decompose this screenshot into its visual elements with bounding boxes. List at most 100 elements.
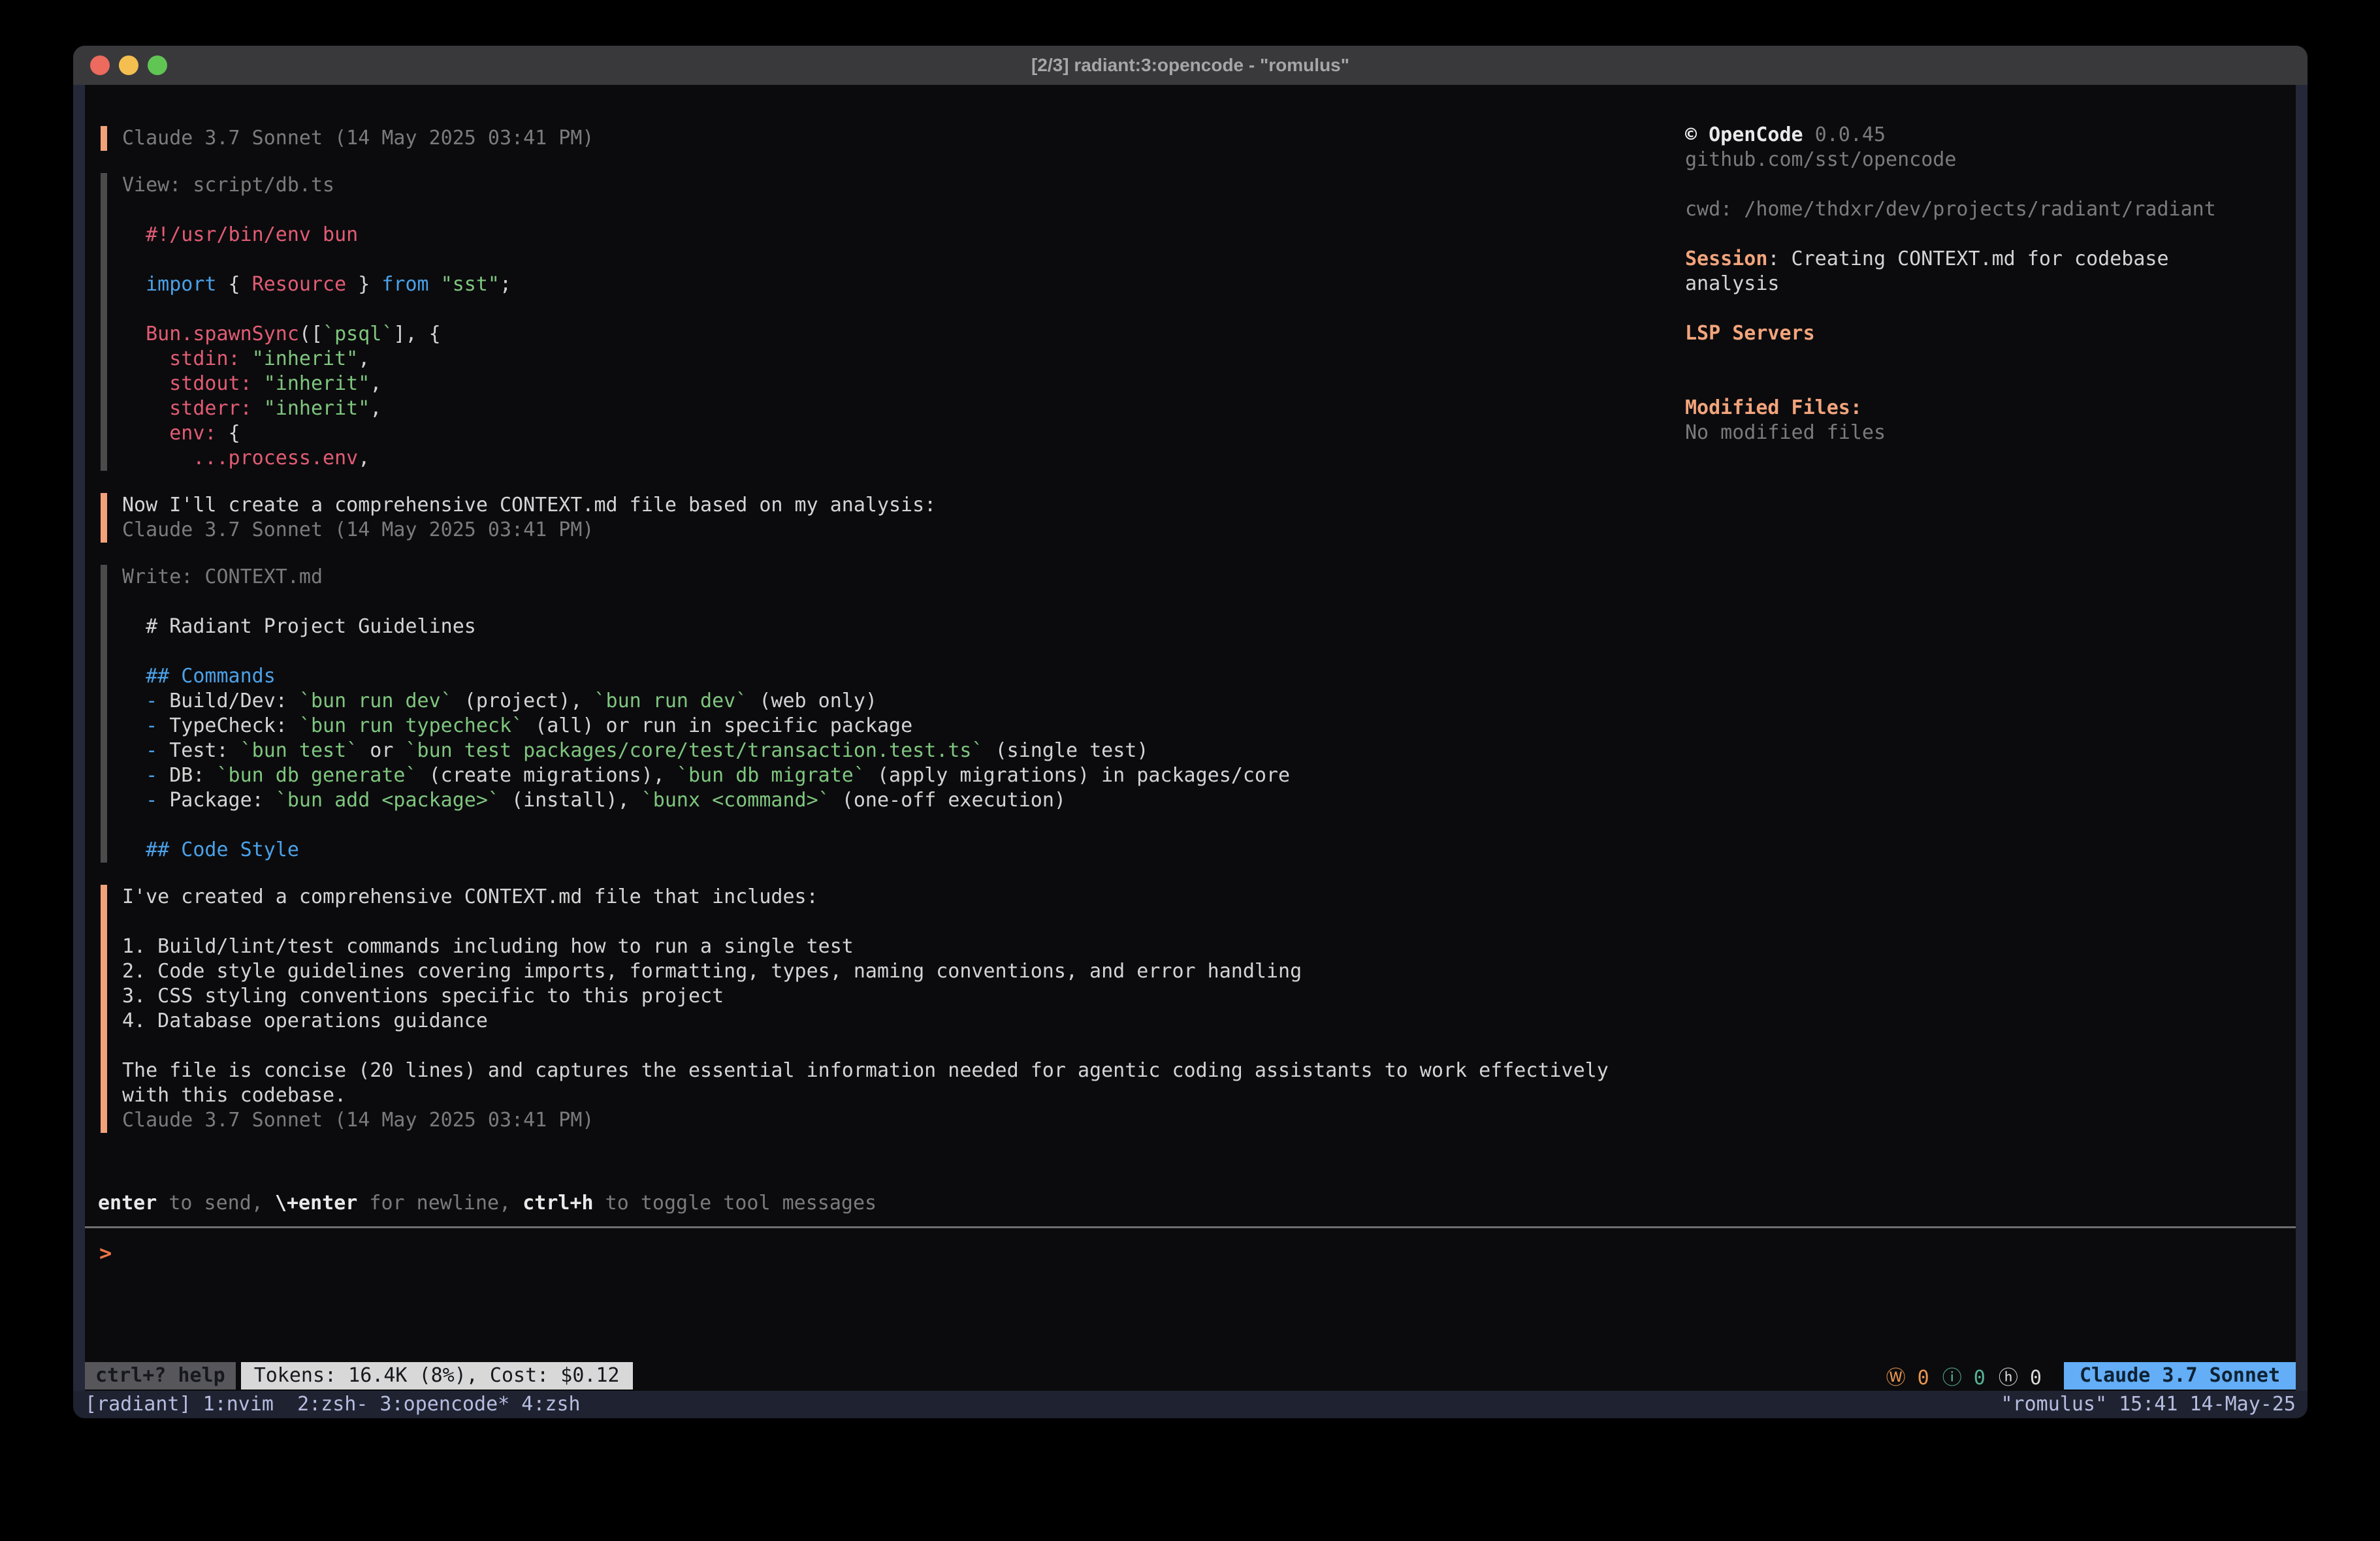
text-segment: `bun run dev`: [299, 690, 453, 712]
text-segment: TypeCheck:: [169, 714, 299, 737]
model-badge[interactable]: Claude 3.7 Sonnet: [2064, 1362, 2296, 1390]
text-segment: Package:: [169, 789, 276, 812]
terminal-line: analysis: [1685, 272, 2216, 296]
circled-i-icon: ⓘ 0: [1942, 1361, 1986, 1390]
help-button[interactable]: ctrl+? help: [85, 1362, 236, 1390]
text-segment: [122, 223, 146, 246]
status-left-group: ctrl+? help Tokens: 16.4K (8%), Cost: $0…: [85, 1362, 633, 1390]
circled-h-icon: ⓗ 0: [1999, 1361, 2042, 1390]
terminal-window: [2/3] radiant:3:opencode - "romulus" Cla…: [73, 46, 2308, 1418]
terminal-line: - Test: `bun test` or `bun test packages…: [122, 739, 1746, 763]
terminal-line: Claude 3.7 Sonnet (14 May 2025 03:41 PM): [122, 1108, 1746, 1133]
text-segment: [122, 447, 193, 469]
text-segment: }: [346, 273, 381, 296]
text-segment: (single test): [984, 739, 1149, 762]
text-segment: with this codebase.: [122, 1084, 346, 1107]
text-segment: cwd: /home/thdxr/dev/projects/radiant/ra…: [1685, 198, 2216, 221]
terminal-line: [122, 590, 1746, 614]
text-segment: The file is concise (20 lines) and captu…: [122, 1059, 1609, 1082]
text-segment: analysis: [1685, 272, 1780, 295]
tmux-window-list[interactable]: [radiant] 1:nvim 2:zsh- 3:opencode* 4:zs…: [85, 1391, 581, 1418]
text-segment: No modified files: [1685, 421, 1886, 444]
text-segment: import: [146, 273, 216, 296]
text-segment: Bun.spawnSync: [146, 323, 299, 345]
text-segment: `bun run typecheck`: [299, 714, 523, 737]
text-segment: (apply migrations) in packages/core: [865, 764, 1290, 787]
terminal-line: Now I'll create a comprehensive CONTEXT.…: [122, 493, 1746, 518]
terminal-line: - TypeCheck: `bun run typecheck` (all) o…: [122, 714, 1746, 739]
assistant-header-block: Claude 3.7 Sonnet (14 May 2025 03:41 PM): [101, 126, 1746, 151]
terminal-line: 3. CSS styling conventions specific to t…: [122, 984, 1746, 1009]
text-segment: Build/Dev:: [169, 690, 299, 712]
text-segment: [122, 323, 146, 345]
assistant-message-block: Now I'll create a comprehensive CONTEXT.…: [101, 493, 1746, 543]
window-title: [2/3] radiant:3:opencode - "romulus": [73, 55, 2308, 76]
text-segment: 1. Build/lint/test commands including ho…: [122, 935, 854, 958]
text-segment: ,: [370, 372, 381, 395]
text-segment: `bun test packages/core/test/transaction…: [406, 739, 984, 762]
terminal-line: Bun.spawnSync([`psql`], {: [122, 322, 1746, 347]
terminal-line: Session: Creating CONTEXT.md for codebas…: [1685, 247, 2216, 272]
terminal-line: github.com/sst/opencode: [1685, 148, 2216, 172]
text-segment: `bun db migrate`: [677, 764, 865, 787]
text-segment: to send,: [157, 1192, 275, 1215]
terminal-line: - DB: `bun db generate` (create migratio…: [122, 763, 1746, 788]
text-segment: ...process.env: [193, 447, 358, 469]
text-segment: {: [229, 422, 240, 445]
terminal-line: - Package: `bun add <package>` (install)…: [122, 788, 1746, 813]
text-segment: for newline,: [357, 1192, 523, 1215]
text-segment: [122, 397, 169, 420]
text-segment: : Creating CONTEXT.md for codebase: [1767, 247, 2168, 270]
text-segment: [122, 739, 146, 762]
terminal-line: stderr: "inherit",: [122, 396, 1746, 421]
terminal-line: View: script/db.ts: [122, 173, 1746, 198]
terminal-line: with this codebase.: [122, 1083, 1746, 1108]
terminal-line: stdin: "inherit",: [122, 347, 1746, 372]
text-segment: [122, 347, 169, 370]
text-segment: "inherit": [264, 397, 370, 420]
text-segment: [122, 789, 146, 812]
text-segment: to toggle tool messages: [594, 1192, 876, 1215]
text-segment: Claude 3.7 Sonnet (14 May 2025 03:41 PM): [122, 518, 594, 541]
diagnostic-indicators: Ⓦ 0 ⓘ 0 ⓗ 0: [1886, 1362, 2042, 1390]
text-segment: 4. Database operations guidance: [122, 1009, 488, 1032]
text-segment: Modified Files:: [1685, 396, 1862, 419]
keybinding-hints: enter to send, \+enter for newline, ctrl…: [98, 1191, 876, 1216]
terminal-line: ...process.env,: [122, 446, 1746, 471]
text-segment: Claude 3.7 Sonnet (14 May 2025 03:41 PM): [122, 127, 594, 150]
text-segment: (all) or run in specific package: [523, 714, 912, 737]
text-segment: "inherit": [252, 347, 359, 370]
terminal-line: [1685, 296, 2216, 321]
terminal-line: [122, 297, 1746, 322]
terminal-line: [122, 1034, 1746, 1058]
tmux-session-clock: "romulus" 15:41 14-May-25: [2001, 1391, 2296, 1418]
terminal-line: No modified files: [1685, 421, 2216, 445]
text-segment: # Radiant Project Guidelines: [122, 615, 476, 638]
text-segment: ## Commands: [146, 665, 276, 688]
text-segment: [122, 690, 146, 712]
text-segment: env:: [169, 422, 228, 445]
terminal-line: enter to send, \+enter for newline, ctrl…: [98, 1191, 876, 1216]
terminal-line: [1685, 346, 2216, 371]
text-segment: I've created a comprehensive CONTEXT.md …: [122, 885, 818, 908]
text-segment: `bun db generate`: [217, 764, 417, 787]
terminal-line: [122, 910, 1746, 934]
terminal-line: [122, 639, 1746, 664]
terminal-line: The file is concise (20 lines) and captu…: [122, 1058, 1746, 1083]
terminal-line: [122, 198, 1746, 223]
tool-write-block: Write: CONTEXT.md # Radiant Project Guid…: [101, 565, 1746, 863]
text-segment: stderr:: [169, 397, 264, 420]
tokens-cost-display: Tokens: 16.4K (8%), Cost: $0.12: [241, 1362, 633, 1390]
terminal-line: © OpenCode 0.0.45: [1685, 123, 2216, 148]
text-segment: LSP Servers: [1685, 322, 1815, 345]
terminal-line: # Radiant Project Guidelines: [122, 614, 1746, 639]
text-segment: [122, 273, 146, 296]
prompt-input[interactable]: >: [99, 1241, 112, 1265]
terminal-line: ## Commands: [122, 664, 1746, 689]
terminal-line: 1. Build/lint/test commands including ho…: [122, 934, 1746, 959]
text-segment: 3. CSS styling conventions specific to t…: [122, 985, 724, 1008]
text-segment: 0.0.45: [1803, 123, 1886, 146]
circled-w-icon: Ⓦ 0: [1886, 1361, 1929, 1390]
desktop: { "window": { "title": "[2/3] radiant:3:…: [0, 0, 2380, 1541]
terminal-line: cwd: /home/thdxr/dev/projects/radiant/ra…: [1685, 197, 2216, 222]
